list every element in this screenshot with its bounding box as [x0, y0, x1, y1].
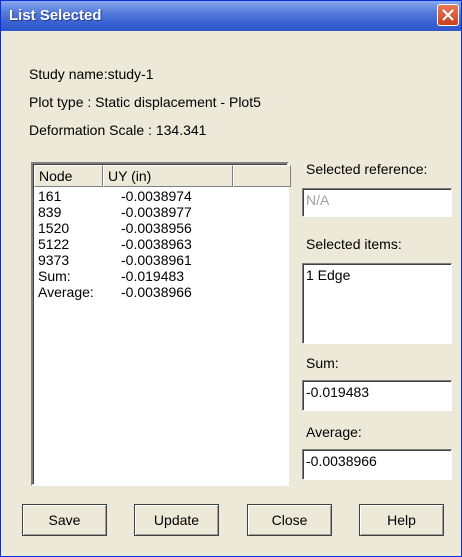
- row-node: 839: [38, 204, 62, 220]
- row-uy: -0.0038966: [121, 284, 192, 300]
- title-bar[interactable]: List Selected: [1, 1, 461, 31]
- update-button[interactable]: Update: [134, 504, 219, 536]
- row-uy: -0.0038956: [121, 220, 192, 236]
- selected-items-field[interactable]: 1 Edge: [302, 263, 452, 344]
- deformation-scale-text: Deformation Scale : 134.341: [29, 122, 207, 138]
- row-uy: -0.0038961: [121, 252, 192, 268]
- selected-items-label: Selected items:: [306, 236, 402, 252]
- row-node: 1520: [38, 220, 70, 236]
- sum-field[interactable]: -0.019483: [302, 380, 452, 411]
- close-icon: [442, 9, 454, 21]
- average-field[interactable]: -0.0038966: [302, 449, 452, 480]
- plot-type-text: Plot type : Static displacement - Plot5: [29, 94, 261, 110]
- average-label: Average:: [306, 424, 362, 440]
- row-node: 161: [38, 188, 62, 204]
- column-header-node[interactable]: Node: [34, 165, 103, 187]
- row-uy: -0.019483: [121, 268, 185, 284]
- help-button[interactable]: Help: [359, 504, 444, 536]
- list-selected-dialog: List Selected Study name:study-1 Plot ty…: [0, 0, 462, 557]
- column-header-uy[interactable]: UY (in): [103, 165, 233, 187]
- close-window-button[interactable]: [437, 4, 459, 26]
- study-name-text: Study name:study-1: [29, 66, 154, 82]
- list-header: Node UY (in): [34, 165, 291, 187]
- sum-label: Sum:: [306, 355, 339, 371]
- row-node: 9373: [38, 252, 70, 268]
- results-list[interactable]: Node UY (in) 161 -0.0038974 839 -0.00389…: [31, 162, 291, 486]
- row-node: 5122: [38, 236, 70, 252]
- save-button[interactable]: Save: [22, 504, 107, 536]
- row-node: Sum:: [38, 268, 71, 284]
- selected-reference-label: Selected reference:: [306, 161, 428, 177]
- close-button[interactable]: Close: [247, 504, 332, 536]
- selected-reference-field: N/A: [302, 188, 452, 217]
- window-title: List Selected: [9, 7, 102, 24]
- row-uy: -0.0038974: [121, 188, 192, 204]
- row-node: Average:: [38, 284, 94, 300]
- row-uy: -0.0038963: [121, 236, 192, 252]
- column-header-extra[interactable]: [233, 165, 291, 187]
- row-uy: -0.0038977: [121, 204, 192, 220]
